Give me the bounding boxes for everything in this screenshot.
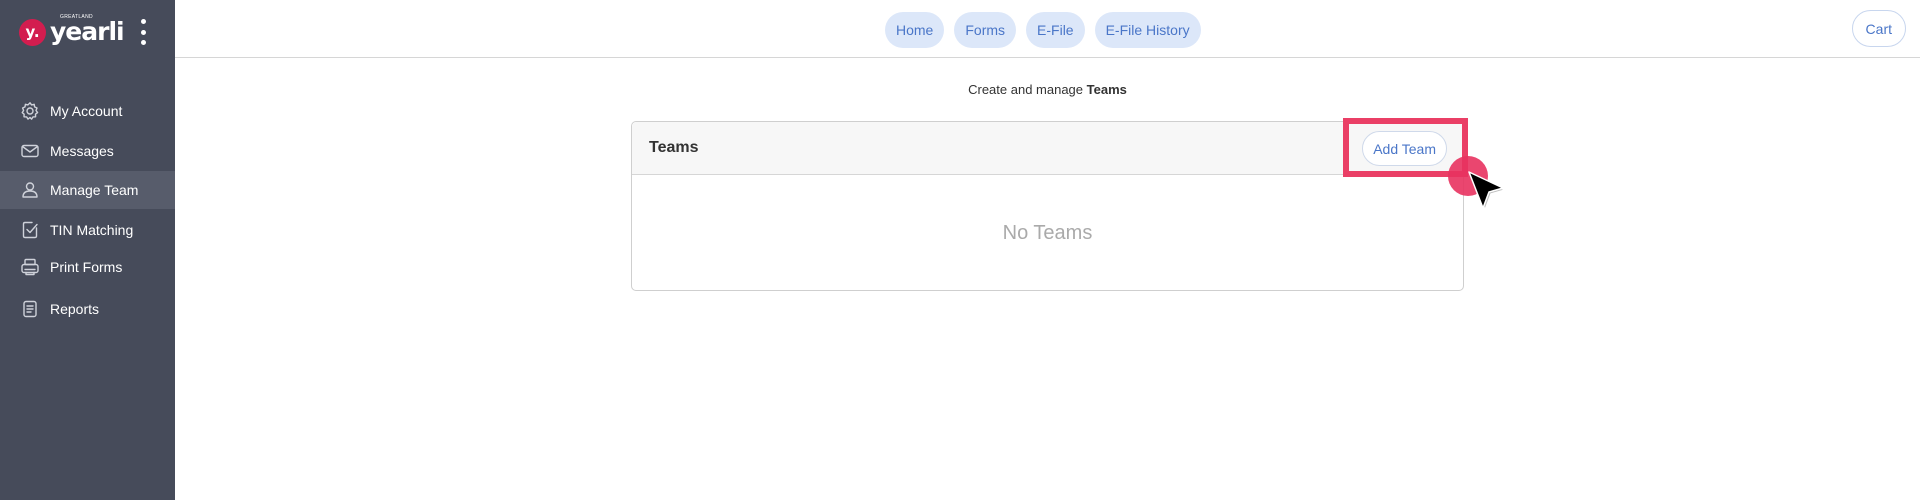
sidebar-item-my-account[interactable]: My Account (0, 92, 175, 130)
sidebar-item-manage-team[interactable]: Manage Team (0, 171, 175, 209)
brand-logo[interactable]: y. GREATLAND yearli (19, 14, 125, 47)
cart-button[interactable]: Cart (1851, 10, 1906, 47)
sidebar-item-reports[interactable]: Reports (0, 290, 175, 328)
brand-superscript: GREATLAND (60, 14, 93, 20)
sidebar-item-label: Manage Team (50, 182, 139, 198)
subtitle-bold: Teams (1086, 82, 1127, 97)
empty-state: No Teams (1002, 222, 1093, 244)
user-icon (22, 182, 38, 198)
envelope-icon (21, 144, 39, 158)
check-square-icon (22, 221, 38, 239)
top-nav-forms[interactable]: Forms (954, 12, 1017, 48)
page-subtitle: Create and manage Teams (175, 82, 1920, 97)
sidebar-item-label: Reports (50, 301, 100, 317)
sidebar-item-label: My Account (50, 103, 123, 119)
brand-name: yearli (50, 17, 125, 46)
mouse-cursor-icon (1468, 171, 1506, 211)
subtitle-prefix: Create and manage (968, 82, 1087, 97)
sidebar-item-messages[interactable]: Messages (0, 132, 175, 170)
document-icon (23, 300, 37, 318)
printer-icon (21, 258, 39, 276)
gear-icon (21, 102, 39, 120)
sidebar-item-label: Print Forms (50, 259, 123, 275)
kebab-menu-icon[interactable] (136, 17, 150, 47)
teams-panel: Teams Add Team No Teams (631, 121, 1464, 291)
top-nav: Home Forms E-File E-File History (885, 12, 1201, 48)
sidebar: y. GREATLAND yearli My Account Messages (0, 0, 175, 500)
sidebar-item-label: Messages (50, 143, 114, 159)
top-nav-efile-history[interactable]: E-File History (1094, 12, 1201, 48)
top-nav-home[interactable]: Home (885, 12, 945, 48)
top-nav-efile[interactable]: E-File (1026, 12, 1085, 48)
sidebar-item-print-forms[interactable]: Print Forms (0, 248, 175, 286)
sidebar-item-label: TIN Matching (50, 222, 134, 238)
top-bar: Home Forms E-File E-File History Cart (175, 0, 1920, 58)
sidebar-item-tin-matching[interactable]: TIN Matching (0, 211, 175, 249)
panel-title: Teams (649, 139, 699, 156)
teams-panel-header: Teams Add Team (632, 122, 1463, 175)
brand-wordmark: GREATLAND yearli (50, 14, 125, 47)
yearli-logo-icon: y. (19, 18, 46, 46)
